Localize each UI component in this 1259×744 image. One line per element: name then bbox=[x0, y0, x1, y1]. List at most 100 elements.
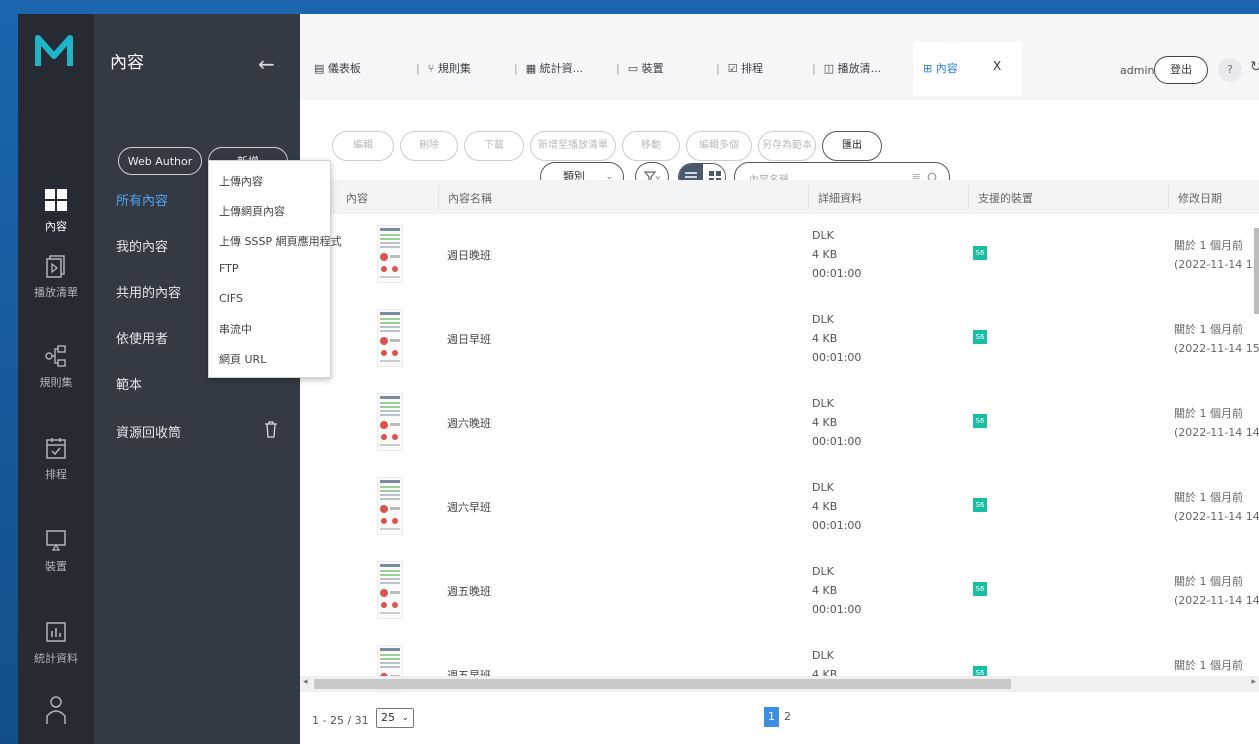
tab-dashboard[interactable]: ▤ 儀表板 bbox=[314, 60, 361, 76]
rail-label: 內容 bbox=[45, 220, 67, 233]
menu-streaming[interactable]: 串流中 bbox=[219, 321, 252, 337]
web-author-button[interactable]: Web Author bbox=[118, 147, 202, 175]
vertical-scrollbar[interactable] bbox=[1254, 228, 1259, 314]
table-row[interactable]: 週五晚班 DLK 4 KB 00:01:00 S6 關於 1 個月前 (2022-11-14… bbox=[300, 550, 1259, 635]
edit-button[interactable]: 編輯 bbox=[332, 131, 394, 161]
menu-upload-sssp-app[interactable]: 上傳 SSSP 網頁應用程式 bbox=[219, 233, 342, 249]
trash-icon[interactable] bbox=[264, 420, 278, 438]
menu-upload-web-content[interactable]: 上傳網頁內容 bbox=[219, 203, 285, 219]
save-as-template-button[interactable]: 另存為範本 bbox=[758, 131, 816, 161]
nav-templates[interactable]: 範本 bbox=[116, 374, 142, 393]
device-icon bbox=[46, 530, 66, 551]
edit-multiple-button[interactable]: 編輯多個 bbox=[686, 131, 752, 161]
tab-separator: | bbox=[514, 62, 518, 75]
tab-schedule[interactable]: | ☑ 排程 bbox=[716, 60, 763, 76]
tab-ruleset[interactable]: | ⑂ 規則集 bbox=[416, 60, 471, 76]
per-page-select[interactable]: 25 ⌄ bbox=[376, 708, 414, 728]
dashboard-icon: ▤ bbox=[314, 62, 325, 75]
device-badge: S6 bbox=[973, 246, 987, 260]
refresh-icon[interactable]: ↻ bbox=[1250, 59, 1259, 75]
stats-tab-icon: ▦ bbox=[525, 62, 537, 75]
move-button[interactable]: 移動 bbox=[622, 131, 680, 161]
table-row[interactable]: 週六早班 DLK 4 KB 00:01:00 S6 關於 1 個月前 (2022-11-14… bbox=[300, 466, 1259, 551]
content-name[interactable]: 週日早班 bbox=[447, 331, 491, 347]
content-name[interactable]: 週日晚班 bbox=[447, 247, 491, 263]
close-tab-icon[interactable]: X bbox=[993, 59, 1001, 73]
rail-label: 統計資料 bbox=[34, 652, 78, 665]
nav-by-user[interactable]: 依使用者 bbox=[116, 328, 168, 347]
tab-device[interactable]: | ▭ 裝置 bbox=[616, 60, 664, 76]
nav-recycle-bin[interactable]: 資源回收筒 bbox=[116, 422, 181, 441]
nav-my-content[interactable]: 我的內容 bbox=[116, 236, 168, 255]
download-button[interactable]: 下載 bbox=[464, 131, 524, 161]
username: admin bbox=[1120, 64, 1155, 77]
device-badge: S6 bbox=[973, 330, 987, 344]
rail-label: 規則集 bbox=[39, 376, 73, 389]
help-icon[interactable]: ? bbox=[1218, 58, 1242, 82]
schedule-icon bbox=[46, 438, 66, 459]
modified-relative: 關於 1 個月前 bbox=[1174, 239, 1243, 252]
rail-item-stats[interactable]: 統計資料 bbox=[18, 620, 94, 666]
menu-ftp[interactable]: FTP bbox=[219, 262, 239, 275]
scroll-left-icon[interactable]: ◂ bbox=[303, 677, 308, 687]
logout-button[interactable]: 登出 bbox=[1154, 56, 1208, 84]
collapse-arrow-icon[interactable]: ← bbox=[258, 52, 275, 76]
nav-shared-content[interactable]: 共用的內容 bbox=[116, 282, 181, 301]
page-2-button[interactable]: 2 bbox=[780, 707, 795, 727]
table-row[interactable]: 週日晚班 DLK 4 KB 00:01:00 S6 關於 1 個月前 (2022-11-14… bbox=[300, 214, 1259, 299]
modified-relative: 關於 1 個月前 bbox=[1174, 659, 1243, 672]
scroll-thumb[interactable] bbox=[314, 679, 1011, 689]
device-badge: S6 bbox=[973, 414, 987, 428]
tab-separator: | bbox=[812, 62, 816, 75]
menu-cifs[interactable]: CIFS bbox=[219, 292, 243, 305]
horizontal-scrollbar[interactable]: ◂ ▸ bbox=[300, 676, 1259, 692]
rail-item-ruleset[interactable]: 規則集 bbox=[18, 344, 94, 390]
device-tab-icon: ▭ bbox=[627, 62, 639, 75]
modified-relative: 關於 1 個月前 bbox=[1174, 323, 1243, 336]
header-modified-date[interactable]: 修改日期 bbox=[1178, 190, 1222, 206]
content-type: DLK bbox=[812, 649, 834, 662]
modified-relative: 關於 1 個月前 bbox=[1174, 407, 1243, 420]
rail-item-content[interactable]: 內容 bbox=[18, 188, 94, 234]
tab-stats[interactable]: | ▦ 統計資... bbox=[514, 60, 583, 76]
subnav-title: 內容 bbox=[110, 53, 144, 73]
content-thumbnail bbox=[377, 561, 403, 619]
table-row[interactable]: 週日早班 DLK 4 KB 00:01:00 S6 關於 1 個月前 (2022-11-14… bbox=[300, 298, 1259, 383]
scroll-right-icon[interactable]: ▸ bbox=[1251, 677, 1256, 687]
modified-absolute: (2022-11-14 15:01 bbox=[1174, 342, 1259, 355]
left-rail: 內容 播放清單 規則集 排程 裝置 統計資料 bbox=[18, 14, 94, 744]
content-name[interactable]: 週五晚班 bbox=[447, 583, 491, 599]
content-size: 4 KB bbox=[812, 584, 838, 597]
header-details[interactable]: 詳細資料 bbox=[818, 190, 862, 206]
tab-content[interactable]: ⊞ 內容 X bbox=[913, 42, 1022, 96]
content-size: 4 KB bbox=[812, 332, 838, 345]
header-content-name[interactable]: 內容名稱 bbox=[448, 190, 492, 206]
content-thumbnail bbox=[377, 393, 403, 451]
menu-upload-content[interactable]: 上傳內容 bbox=[219, 173, 263, 189]
tab-playlist[interactable]: | ◫ 播放清... bbox=[812, 60, 881, 76]
content-thumbnail bbox=[377, 309, 403, 367]
tab-label: 規則集 bbox=[437, 62, 471, 75]
delete-button[interactable]: 刪除 bbox=[400, 131, 458, 161]
rail-item-playlist[interactable]: 播放清單 bbox=[18, 254, 94, 300]
table-row[interactable]: 週六晚班 DLK 4 KB 00:01:00 S6 關於 1 個月前 (2022-11-14… bbox=[300, 382, 1259, 467]
header-content[interactable]: 內容 bbox=[346, 190, 368, 206]
content-name[interactable]: 週六早班 bbox=[447, 499, 491, 515]
add-new-dropdown: 上傳內容 上傳網頁內容 上傳 SSSP 網頁應用程式 FTP CIFS 串流中 … bbox=[208, 160, 342, 378]
page-1-button[interactable]: 1 bbox=[764, 707, 779, 727]
user-icon[interactable] bbox=[44, 694, 68, 724]
content-duration: 00:01:00 bbox=[812, 435, 862, 448]
nav-all-content[interactable]: 所有內容 bbox=[116, 190, 168, 209]
add-to-playlist-button[interactable]: 新增至播放清單 bbox=[530, 131, 616, 161]
content-duration: 00:01:00 bbox=[812, 519, 862, 532]
menu-web-url[interactable]: 網頁 URL bbox=[219, 351, 266, 367]
tab-label: 排程 bbox=[741, 62, 764, 75]
rail-item-device[interactable]: 裝置 bbox=[18, 528, 94, 574]
header-supported-devices[interactable]: 支援的裝置 bbox=[978, 190, 1033, 206]
device-badge: S6 bbox=[973, 498, 987, 512]
content-duration: 00:01:00 bbox=[812, 267, 862, 280]
tab-label: 統計資... bbox=[539, 62, 584, 75]
export-button[interactable]: 匯出 bbox=[822, 131, 882, 161]
content-name[interactable]: 週六晚班 bbox=[447, 415, 491, 431]
rail-item-schedule[interactable]: 排程 bbox=[18, 436, 94, 482]
